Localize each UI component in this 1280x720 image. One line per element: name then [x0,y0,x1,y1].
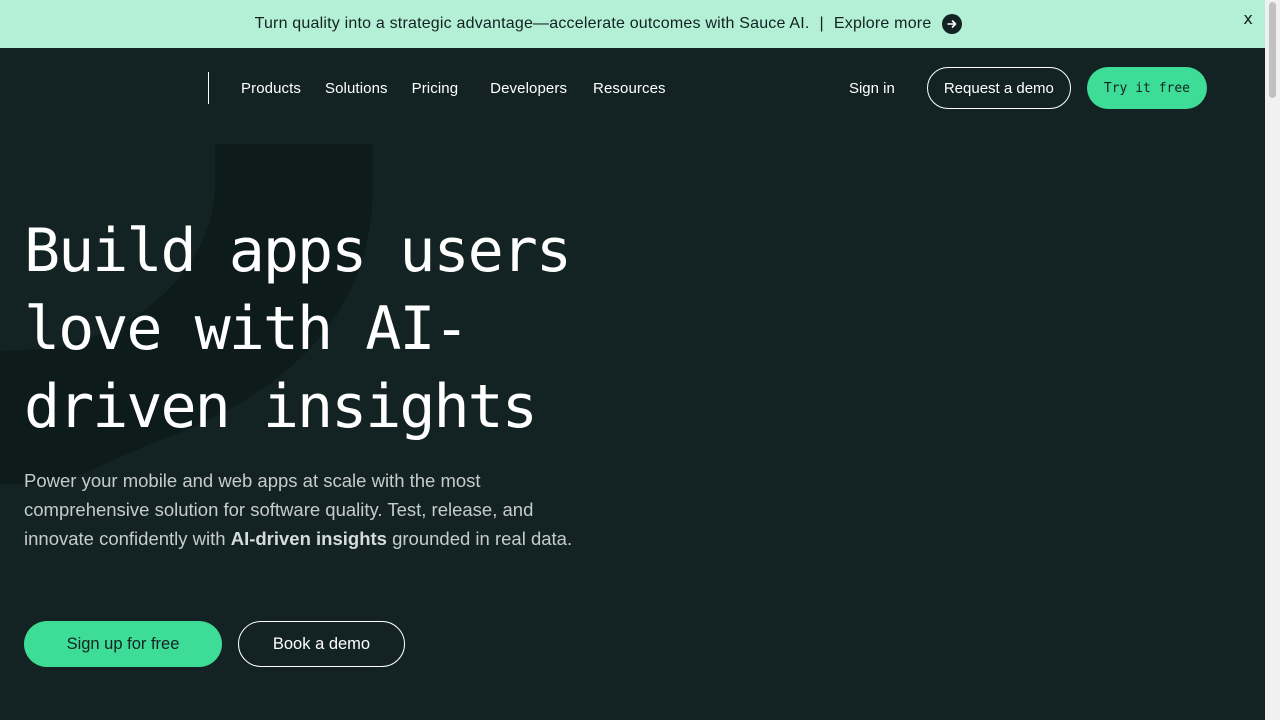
hero-cta-row: Sign up for free Book a demo [24,621,405,667]
arrow-right-circle-icon [942,14,963,34]
nav-links: Products Solutions Pricing Developers Re… [241,80,666,97]
hero-title-line-1: Build apps users [24,216,572,286]
nav-item-solutions[interactable]: Solutions [325,80,388,97]
try-free-button[interactable]: Try it free [1086,67,1207,109]
nav-actions: Sign in Request a demo Try it free [849,67,1207,109]
banner-message: Turn quality into a strategic advantage—… [254,15,810,32]
explore-more-link[interactable]: Explore more [834,14,963,34]
nav-item-resources[interactable]: Resources [593,80,666,97]
hero-title: Build apps users love with AI- driven in… [24,212,624,446]
request-demo-button[interactable]: Request a demo [926,67,1071,109]
banner-separator: | [819,15,824,32]
hero-title-line-2: love with AI- [24,294,470,364]
explore-more-label: Explore more [833,15,932,32]
hero-desc-highlight: AI-driven insights [230,528,387,549]
announcement-banner: Turn quality into a strategic advantage—… [0,0,1265,48]
scrollbar-thumb[interactable] [1269,2,1276,98]
sign-in-link[interactable]: Sign in [849,80,895,97]
sign-up-free-button[interactable]: Sign up for free [24,621,222,667]
close-icon[interactable]: x [1243,9,1253,28]
book-demo-button[interactable]: Book a demo [238,621,405,667]
nav-item-developers[interactable]: Developers [490,80,567,97]
hero-description: Power your mobile and web apps at scale … [24,466,584,553]
hero-desc-part-2: grounded in real data. [386,528,573,549]
nav-item-pricing[interactable]: Pricing [412,80,459,97]
logo[interactable] [24,68,184,108]
page-scrollbar[interactable] [1265,0,1280,720]
nav-divider [208,72,209,104]
hero-title-line-3: driven insights [24,372,538,442]
main-nav: Products Solutions Pricing Developers Re… [0,48,1265,130]
nav-item-products[interactable]: Products [241,80,301,97]
